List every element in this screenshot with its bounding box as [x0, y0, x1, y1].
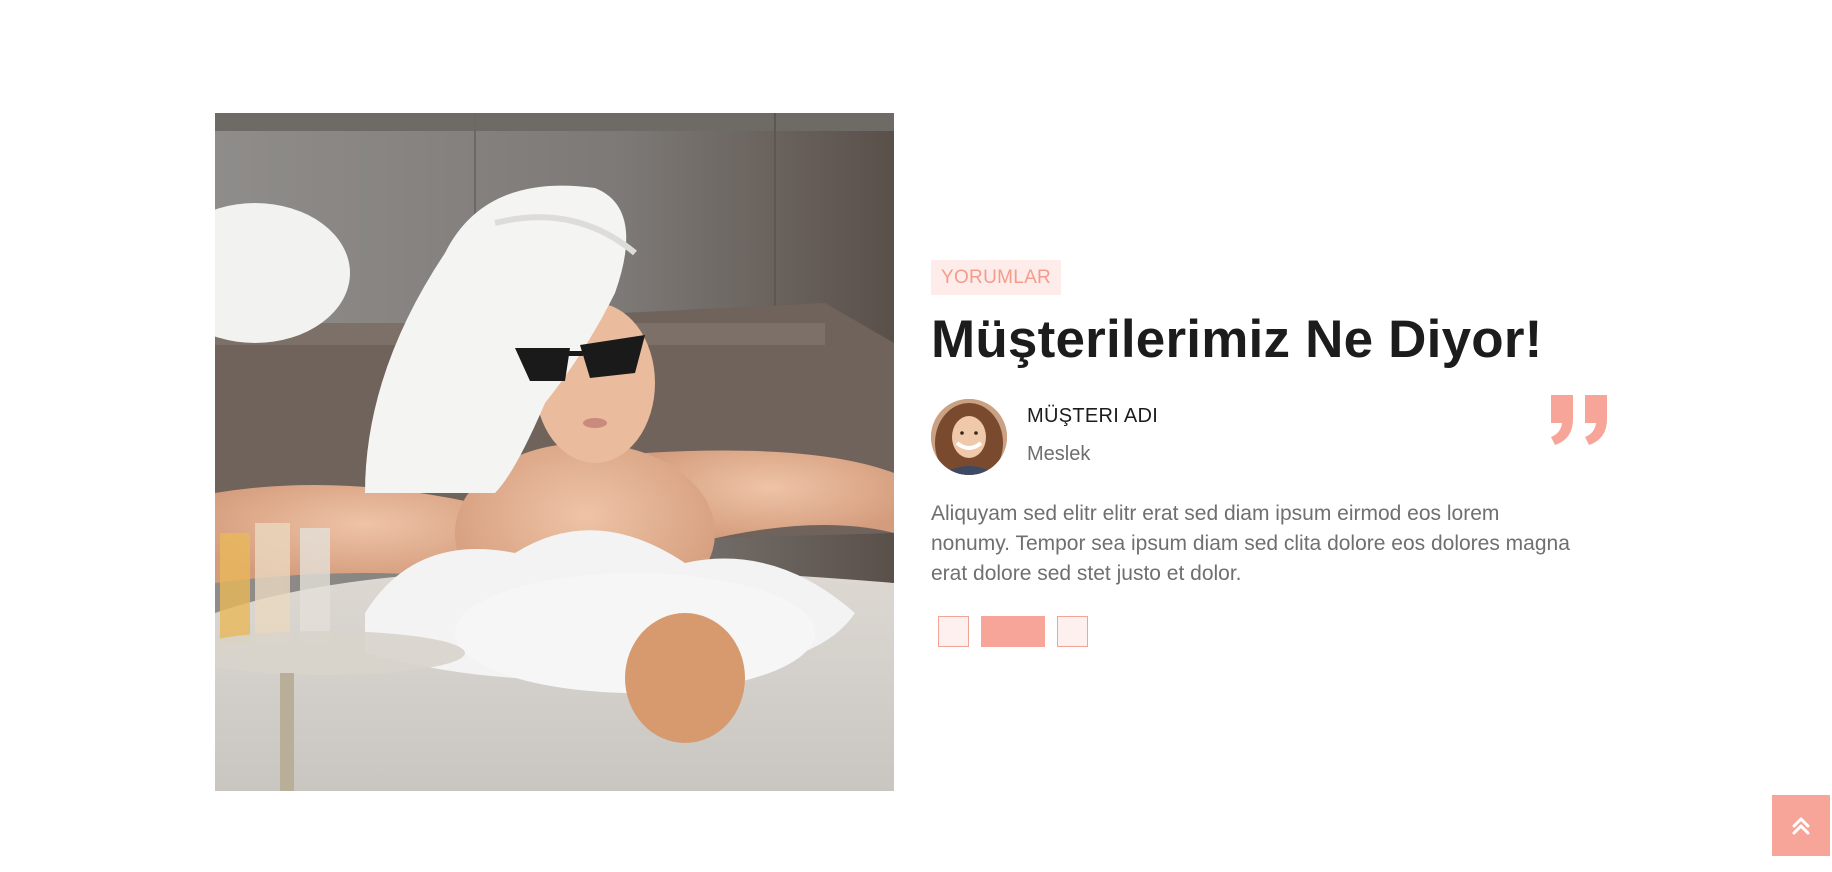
carousel-dot-3[interactable]: [1057, 616, 1088, 647]
testimonial-photo: [215, 113, 894, 791]
back-to-top-button[interactable]: [1772, 795, 1830, 856]
testimonial-text: Aliquyam sed elitr elitr erat sed diam i…: [931, 502, 1570, 585]
testimonial-author: MÜŞTERI ADI Meslek: [931, 395, 1611, 477]
testimonial-content: YORUMLAR Müşterilerimiz Ne Diyor! MÜŞTER…: [931, 260, 1611, 647]
carousel-pagination: [931, 616, 1611, 647]
section-tag: YORUMLAR: [931, 260, 1062, 295]
author-job: Meslek: [1027, 443, 1091, 465]
author-name: MÜŞTERI ADI: [1027, 405, 1159, 427]
double-chevron-up-icon: [1792, 817, 1810, 834]
carousel-dot-1[interactable]: [938, 616, 969, 647]
author-avatar: [931, 399, 1007, 475]
testimonial-section: YORUMLAR Müşterilerimiz Ne Diyor! MÜŞTER…: [0, 0, 1832, 872]
carousel-dot-2[interactable]: [981, 616, 1045, 647]
section-heading: Müşterilerimiz Ne Diyor!: [931, 310, 1543, 369]
quote-right-icon: [1547, 393, 1611, 447]
